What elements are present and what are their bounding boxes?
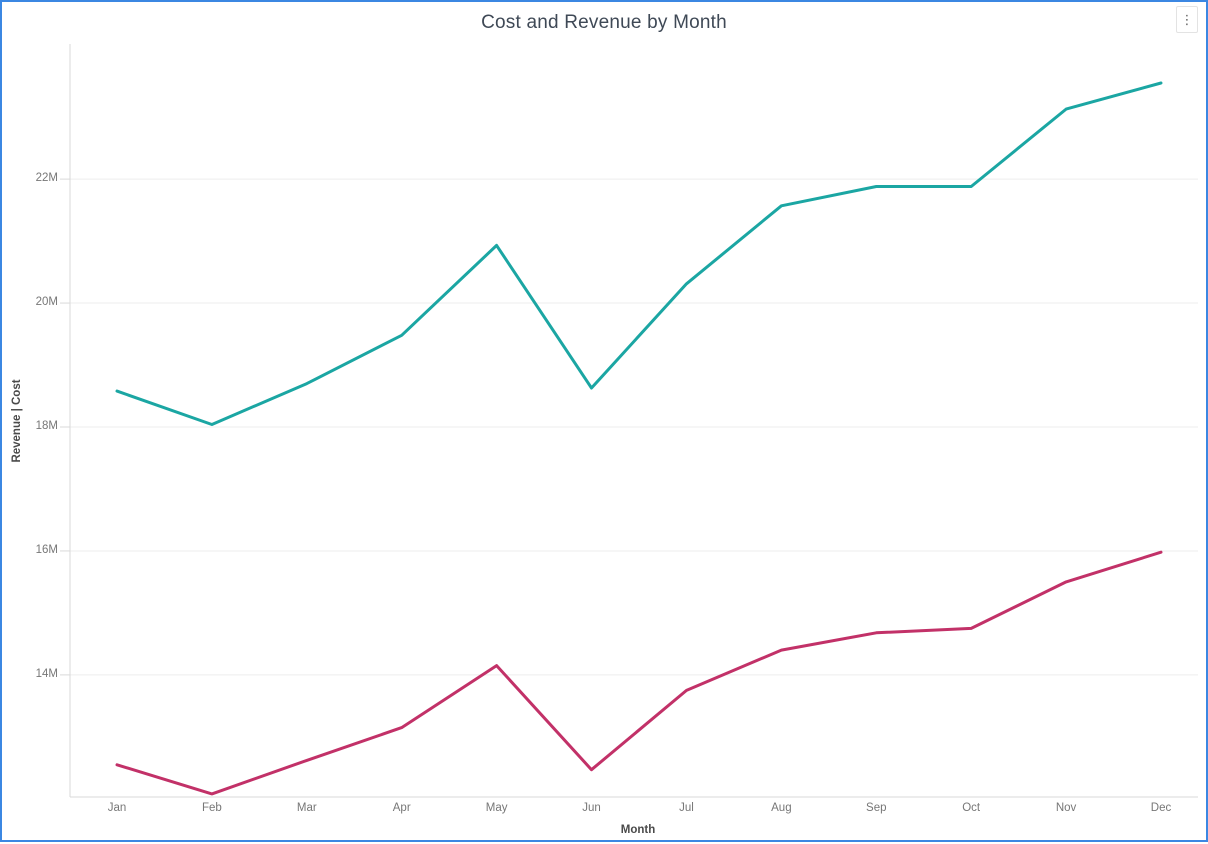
- y-tick-label-20M: 20M: [2, 296, 58, 308]
- x-tick-label-jan: Jan: [82, 802, 152, 814]
- x-tick-label-sep: Sep: [841, 802, 911, 814]
- series-line-revenue[interactable]: [117, 83, 1161, 425]
- x-tick-label-mar: Mar: [272, 802, 342, 814]
- y-tick-label-16M: 16M: [2, 544, 58, 556]
- x-tick-label-dec: Dec: [1126, 802, 1196, 814]
- x-tick-label-jul: Jul: [651, 802, 721, 814]
- x-tick-label-jun: Jun: [557, 802, 627, 814]
- x-tick-label-feb: Feb: [177, 802, 247, 814]
- y-axis-title: Revenue | Cost: [11, 379, 23, 462]
- x-tick-label-aug: Aug: [746, 802, 816, 814]
- y-tick-label-14M: 14M: [2, 668, 58, 680]
- x-tick-label-oct: Oct: [936, 802, 1006, 814]
- y-tick-label-22M: 22M: [2, 172, 58, 184]
- x-axis-title: Month: [621, 824, 655, 836]
- x-tick-label-apr: Apr: [367, 802, 437, 814]
- x-tick-label-may: May: [462, 802, 532, 814]
- visual-frame: Cost and Revenue by Month ⋮ 14M16M18M20M…: [0, 0, 1208, 842]
- line-chart-plot-area[interactable]: [2, 2, 1208, 844]
- series-line-cost[interactable]: [117, 552, 1161, 794]
- x-tick-label-nov: Nov: [1031, 802, 1101, 814]
